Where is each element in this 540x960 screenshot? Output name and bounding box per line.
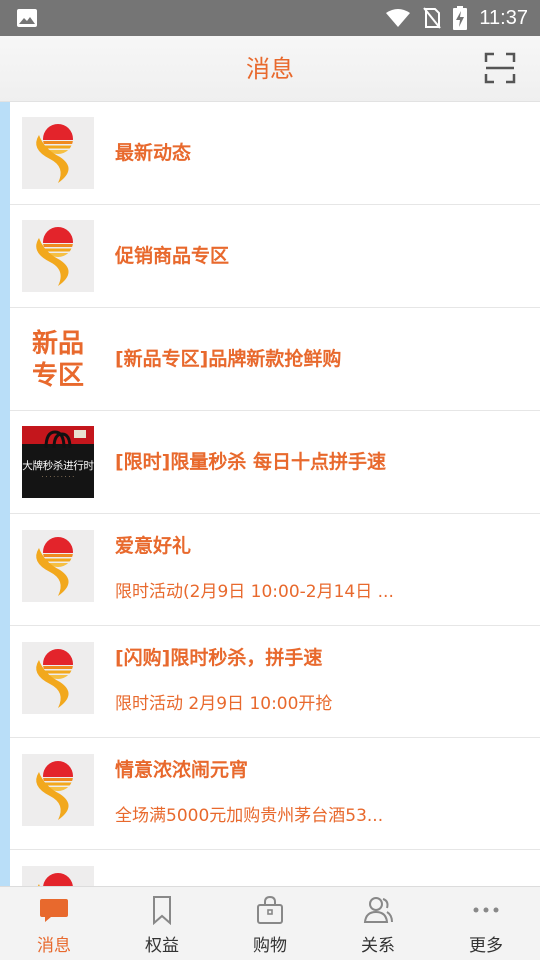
tab-label: 权益 — [145, 936, 179, 956]
sun-logo-thumb — [22, 754, 94, 826]
battery-charging-icon — [453, 6, 468, 30]
tab-shopping[interactable]: 购物 — [216, 887, 324, 960]
flash-sale-banner: 大牌秒杀进行时 · · · · · · · · · — [22, 426, 94, 498]
message-subtitle: 限时活动(2月9日 10:00-2月14日 ... — [115, 582, 394, 602]
tab-messages[interactable]: 消息 — [0, 887, 108, 960]
message-item-love-gifts[interactable]: 爱意好礼 限时活动(2月9日 10:00-2月14日 ... — [10, 514, 540, 626]
sun-logo-thumb — [22, 117, 94, 189]
message-title: 最新动态 — [115, 142, 192, 164]
tab-label: 购物 — [253, 936, 287, 956]
message-title: 情意浓浓闹元宵 — [115, 759, 249, 781]
more-dots-icon — [473, 907, 499, 913]
new-product-badge: 新品 专区 — [22, 323, 94, 395]
tab-relations[interactable]: 关系 — [324, 887, 432, 960]
message-item-partial[interactable] — [10, 850, 540, 886]
sun-logo-icon — [36, 649, 73, 708]
tab-label: 消息 — [37, 936, 71, 956]
badge-line-2: 专区 — [31, 361, 84, 391]
message-item-flash-sale[interactable]: 大牌秒杀进行时 · · · · · · · · · [限时]限量秒杀 每日十点拼… — [10, 411, 540, 514]
status-time: 11:37 — [479, 6, 528, 29]
tab-benefits[interactable]: 权益 — [108, 887, 216, 960]
flash-sale-banner-small: · · · · · · · · · — [41, 474, 75, 481]
badge-line-1: 新品 — [31, 329, 84, 359]
tab-more[interactable]: 更多 — [432, 887, 540, 960]
app-header: 消息 — [0, 36, 540, 102]
chat-bubble-icon — [40, 899, 68, 922]
message-title: [闪购]限时秒杀，拼手速 — [115, 647, 323, 669]
flash-sale-banner-text: 大牌秒杀进行时 — [22, 460, 94, 472]
message-list[interactable]: 最新动态 促销商品专区 新品 专区 [新品专区]品牌新款抢鲜购 大牌秒杀进行时 … — [0, 102, 540, 886]
sun-logo-thumb — [22, 220, 94, 292]
sun-logo-icon — [36, 227, 73, 286]
message-item-latest-news[interactable]: 最新动态 — [10, 102, 540, 205]
sun-logo-icon — [36, 124, 73, 183]
tab-label: 关系 — [361, 936, 395, 956]
page-title: 消息 — [246, 55, 294, 83]
sun-logo-thumb — [22, 866, 94, 886]
message-item-lantern-festival[interactable]: 情意浓浓闹元宵 全场满5000元加购贵州茅台酒53... — [10, 738, 540, 850]
sun-logo-icon — [36, 537, 73, 596]
bottom-tab-bar: 消息 权益 购物 关系 更多 — [0, 886, 540, 960]
sun-logo-thumb — [22, 530, 94, 602]
wifi-icon — [386, 9, 411, 27]
tab-label: 更多 — [469, 936, 503, 956]
contacts-icon — [363, 897, 393, 923]
message-title: 促销商品专区 — [115, 245, 230, 267]
image-icon — [17, 9, 37, 27]
message-item-promotion[interactable]: 促销商品专区 — [10, 205, 540, 308]
scan-icon[interactable] — [484, 52, 516, 84]
sun-logo-thumb — [22, 642, 94, 714]
sun-logo-icon — [37, 873, 73, 886]
message-item-new-products[interactable]: 新品 专区 [新品专区]品牌新款抢鲜购 — [10, 308, 540, 411]
message-title: [限时]限量秒杀 每日十点拼手速 — [115, 451, 386, 473]
message-subtitle: 限时活动 2月9日 10:00开抢 — [115, 694, 333, 714]
message-title: 爱意好礼 — [115, 535, 192, 557]
shopping-bag-graphic-icon — [22, 426, 94, 449]
message-item-flash-purchase[interactable]: [闪购]限时秒杀，拼手速 限时活动 2月9日 10:00开抢 — [10, 626, 540, 738]
bookmark-icon — [153, 896, 171, 925]
no-sim-icon — [423, 7, 442, 29]
status-bar: 11:37 — [0, 0, 540, 36]
sun-logo-icon — [36, 761, 73, 820]
message-subtitle: 全场满5000元加购贵州茅台酒53... — [115, 806, 384, 826]
message-title: [新品专区]品牌新款抢鲜购 — [115, 348, 342, 370]
shopping-bag-icon — [257, 895, 283, 924]
list-accent-bar — [0, 102, 10, 886]
